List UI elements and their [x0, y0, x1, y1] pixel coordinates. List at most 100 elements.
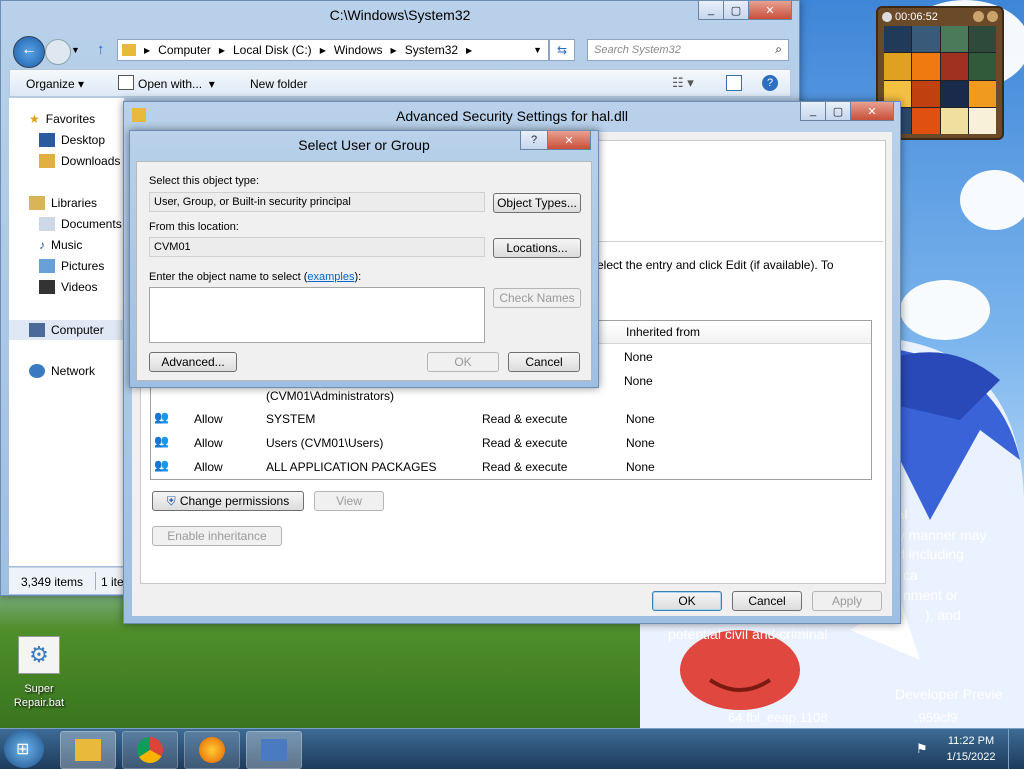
pictures-icon: [39, 259, 55, 273]
close-button[interactable]: ✕: [547, 131, 591, 150]
cancel-button[interactable]: Cancel: [508, 352, 580, 372]
minimize-button[interactable]: _: [800, 102, 826, 121]
back-button[interactable]: ←: [13, 36, 45, 68]
action-center-flag-icon[interactable]: ⚑: [916, 741, 928, 757]
nav-desktop[interactable]: Desktop: [39, 133, 105, 147]
examples-link[interactable]: examples: [307, 271, 354, 283]
back-arrow-icon: ←: [21, 41, 37, 58]
row-access: Read & execute: [482, 460, 568, 474]
view-options-icon[interactable]: ☷ ▾: [672, 75, 694, 91]
breadcrumb-separator-icon: ▶: [218, 45, 225, 55]
status-item-count: 3,349 items: [21, 575, 84, 589]
folder-icon: [75, 739, 101, 761]
cancel-button[interactable]: Cancel: [732, 591, 802, 611]
object-name-input[interactable]: [149, 287, 485, 343]
taskbar-firefox[interactable]: [184, 731, 240, 769]
locations-button[interactable]: Locations...: [493, 238, 581, 258]
gadget-help-icon[interactable]: [973, 11, 984, 22]
nav-favorites[interactable]: ★ Favorites: [29, 112, 95, 126]
refresh-button[interactable]: ⇆: [549, 39, 575, 61]
nav-videos[interactable]: Videos: [39, 280, 97, 294]
watermark-build: Developer Previe: [895, 686, 1003, 702]
object-types-button[interactable]: Object Types...: [493, 193, 581, 213]
forward-button[interactable]: [45, 39, 71, 65]
table-row[interactable]: 👥 Allow SYSTEM Read & execute None: [152, 408, 868, 430]
search-placeholder: Search System32: [594, 44, 681, 56]
advanced-button[interactable]: Advanced...: [149, 352, 237, 372]
advanced-titlebar[interactable]: Advanced Security Settings for hal.dll _…: [124, 102, 900, 132]
system-clock[interactable]: 11:22 PM 1/15/2022: [940, 733, 1002, 765]
column-header-inherited[interactable]: Inherited from: [626, 325, 700, 339]
breadcrumb-local-disk[interactable]: Local Disk (C:): [233, 43, 312, 57]
dialog-titlebar[interactable]: Select User or Group ? ✕: [130, 131, 598, 161]
nav-pictures[interactable]: Pictures: [39, 259, 104, 273]
nav-network[interactable]: Network: [29, 364, 95, 378]
taskbar-chrome[interactable]: [122, 731, 178, 769]
up-arrow-icon[interactable]: ↑: [97, 41, 105, 58]
dialog-body: Select this object type: User, Group, or…: [136, 161, 592, 381]
network-icon: [29, 364, 45, 378]
open-with-menu[interactable]: Open with... ▾: [138, 77, 215, 91]
desktop-icon-super-repair[interactable]: ⚙ Super Repair.bat: [8, 636, 70, 716]
watermark-text: potential civil and criminal: [668, 626, 828, 642]
address-bar[interactable]: ▶ Computer ▶ Local Disk (C:) ▶ Windows ▶…: [117, 39, 549, 61]
maximize-button[interactable]: ▢: [825, 102, 851, 121]
maximize-button[interactable]: ▢: [723, 1, 749, 20]
change-permissions-button[interactable]: ⛨ Change permissions: [152, 491, 304, 511]
help-icon[interactable]: ?: [762, 75, 778, 91]
breadcrumb-windows[interactable]: Windows: [334, 43, 383, 57]
watermark-text: ny manner may: [890, 527, 987, 543]
nav-libraries[interactable]: Libraries: [29, 196, 97, 210]
preview-pane-icon[interactable]: [726, 75, 742, 91]
users-group-icon: 👥: [154, 410, 169, 424]
table-row[interactable]: 👥 Allow Users (CVM01\Users) Read & execu…: [152, 432, 868, 454]
firefox-icon: [199, 737, 225, 763]
search-box[interactable]: Search System32 ⌕: [587, 39, 789, 61]
command-bar: Organize ▾ Open with... ▾ New folder ☷ ▾…: [9, 69, 791, 97]
nav-music[interactable]: ♪ Music: [39, 238, 82, 252]
nav-computer[interactable]: Computer: [9, 320, 124, 340]
desktop-icon-label: Super Repair.bat: [13, 683, 65, 709]
close-button[interactable]: ✕: [748, 1, 792, 20]
breadcrumb-separator-icon: ▶: [390, 45, 397, 55]
row-inherited: None: [626, 436, 655, 450]
ok-button[interactable]: OK: [652, 591, 722, 611]
clock-icon: [882, 12, 892, 22]
open-with-icon: [118, 75, 134, 90]
enable-inheritance-button[interactable]: Enable inheritance: [152, 526, 282, 546]
clock-time: 11:22 PM: [947, 735, 995, 747]
close-button[interactable]: ✕: [850, 102, 894, 121]
folder-icon: [122, 44, 136, 56]
taskbar: ⊞ ⚑ 11:22 PM 1/15/2022: [0, 728, 1024, 769]
explorer-titlebar[interactable]: C:\Windows\System32 _ ▢ ✕: [1, 1, 799, 31]
breadcrumb-computer[interactable]: Computer: [158, 43, 211, 57]
ok-button[interactable]: OK: [427, 352, 499, 372]
nav-downloads[interactable]: Downloads: [39, 154, 120, 168]
table-row[interactable]: 👥 Allow ALL APPLICATION PACKAGES Read & …: [152, 456, 868, 478]
taskbar-security-dialog[interactable]: [246, 731, 302, 769]
breadcrumb-system32[interactable]: System32: [405, 43, 458, 57]
row-inherited: None: [626, 460, 655, 474]
show-desktop-button[interactable]: [1008, 729, 1024, 769]
new-folder-button[interactable]: New folder: [250, 77, 307, 91]
minimize-button[interactable]: _: [698, 1, 724, 20]
breadcrumb-separator-icon: ▶: [466, 45, 473, 55]
help-button[interactable]: ?: [520, 131, 548, 150]
refresh-icon: ⇆: [556, 43, 568, 57]
libraries-icon: [29, 196, 45, 210]
apply-button[interactable]: Apply: [812, 591, 882, 611]
gadget-settings-icon[interactable]: [987, 11, 998, 22]
status-divider: [95, 572, 96, 590]
view-button[interactable]: View: [314, 491, 384, 511]
address-dropdown-icon[interactable]: ▼: [533, 45, 542, 55]
search-icon[interactable]: ⌕: [775, 42, 782, 57]
row-access: Read & execute: [482, 412, 568, 426]
recent-pages-chevron-icon[interactable]: ▼: [71, 45, 80, 55]
check-names-button[interactable]: Check Names: [493, 288, 581, 308]
nav-documents[interactable]: Documents: [39, 217, 122, 231]
table-row[interactable]: (CVM01\Administrators): [152, 385, 868, 407]
taskbar-explorer[interactable]: [60, 731, 116, 769]
start-button[interactable]: ⊞: [4, 730, 44, 768]
location-field: CVM01: [149, 237, 485, 257]
organize-menu[interactable]: Organize ▾: [26, 77, 84, 91]
